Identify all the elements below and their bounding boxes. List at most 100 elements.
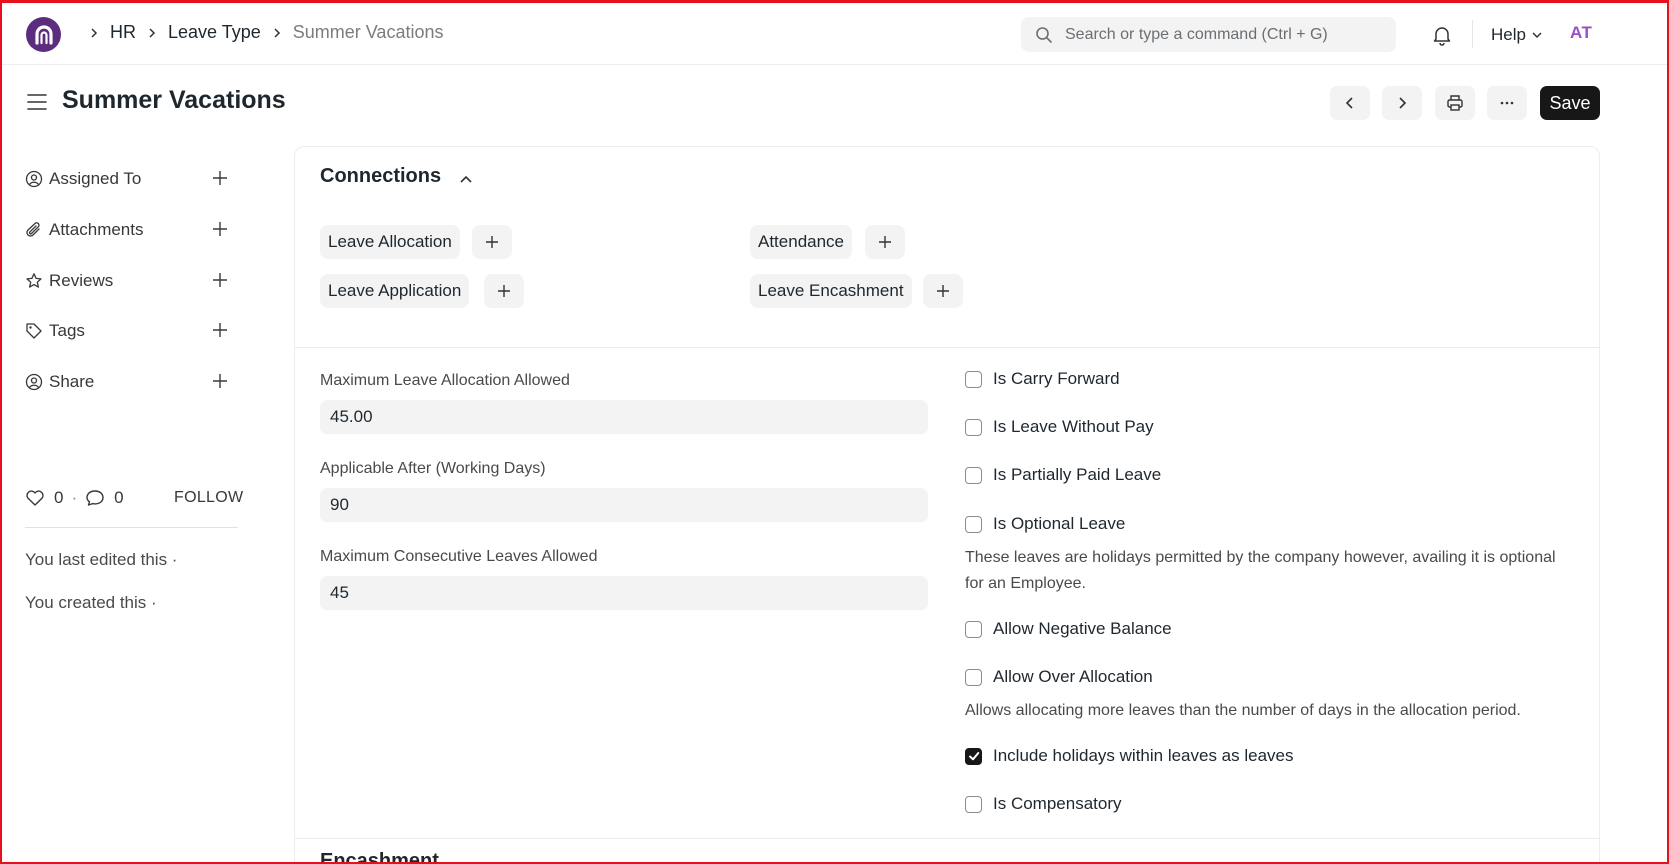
- checkbox-box[interactable]: [965, 515, 982, 533]
- allow-over-allocation-checkbox[interactable]: Allow Over Allocation: [965, 667, 1153, 687]
- allow-negative-balance-checkbox[interactable]: Allow Negative Balance: [965, 619, 1172, 639]
- checkbox-label: Is Compensatory: [993, 794, 1122, 813]
- separator-dot: ·: [71, 488, 78, 507]
- section-divider: [295, 838, 1599, 839]
- checkbox-box[interactable]: [965, 668, 982, 686]
- encashment-section-heading[interactable]: Encashment: [320, 850, 439, 864]
- chevron-left-icon: [1345, 97, 1353, 109]
- sidebar-divider: [25, 527, 238, 528]
- applicable-after-label: Applicable After (Working Days): [320, 460, 546, 477]
- search-input[interactable]: [1065, 25, 1385, 44]
- sidebar-item-label: Attachments: [49, 220, 144, 239]
- comment-icon[interactable]: [85, 489, 105, 507]
- sidebar-item-reviews[interactable]: Reviews: [25, 269, 240, 293]
- follow-button[interactable]: FOLLOW: [174, 489, 243, 507]
- plus-icon[interactable]: [211, 271, 229, 289]
- connections-heading[interactable]: Connections: [320, 165, 441, 188]
- applicable-after-field[interactable]: [320, 488, 928, 522]
- help-dropdown[interactable]: Help: [1491, 25, 1544, 45]
- sidebar-toggle-icon[interactable]: [26, 92, 48, 112]
- checkbox-label: Allow Over Allocation: [993, 667, 1153, 686]
- checkbox-box[interactable]: [965, 795, 982, 813]
- sidebar-item-share[interactable]: Share: [25, 370, 240, 394]
- more-actions-button[interactable]: [1487, 86, 1527, 120]
- breadcrumb-leave-type[interactable]: Leave Type: [168, 22, 261, 43]
- plus-icon[interactable]: [211, 372, 229, 390]
- breadcrumb-current[interactable]: Summer Vacations: [293, 22, 444, 43]
- is-compensatory-checkbox[interactable]: Is Compensatory: [965, 794, 1122, 814]
- next-doc-button[interactable]: [1382, 86, 1422, 120]
- connection-leave-allocation[interactable]: Leave Allocation: [320, 225, 460, 259]
- sidebar-item-attachments[interactable]: Attachments: [25, 218, 240, 242]
- sidebar-item-label: Share: [49, 372, 95, 391]
- chevron-up-icon[interactable]: [458, 171, 474, 187]
- chevron-right-icon: [274, 27, 280, 38]
- connection-leave-application[interactable]: Leave Application: [320, 274, 470, 308]
- help-label: Help: [1491, 25, 1526, 44]
- checkbox-label: Is Optional Leave: [993, 514, 1126, 533]
- over-allocation-description: Allows allocating more leaves than the n…: [965, 702, 1521, 719]
- more-horizontal-icon: [1500, 101, 1514, 105]
- section-divider: [295, 347, 1599, 348]
- checkbox-label: Is Carry Forward: [993, 369, 1120, 388]
- max-allocation-field[interactable]: [320, 400, 928, 434]
- is-partially-paid-leave-checkbox[interactable]: Is Partially Paid Leave: [965, 465, 1161, 485]
- heart-icon[interactable]: [25, 489, 45, 507]
- navbar-divider: [1472, 20, 1473, 48]
- sidebar-item-assigned-to[interactable]: Assigned To: [25, 167, 240, 191]
- connection-leave-encashment[interactable]: Leave Encashment: [750, 274, 912, 308]
- checkbox-box[interactable]: [965, 466, 982, 484]
- checkbox-box[interactable]: [965, 418, 982, 436]
- add-attendance-button[interactable]: [865, 225, 905, 259]
- checkbox-box[interactable]: [965, 620, 982, 638]
- plus-icon: [486, 236, 498, 248]
- plus-icon[interactable]: [211, 169, 229, 187]
- checkbox-label: Is Partially Paid Leave: [993, 465, 1162, 484]
- breadcrumb: HR Leave Type Summer Vacations: [78, 22, 443, 43]
- printer-icon: [1447, 95, 1463, 111]
- max-consecutive-field[interactable]: [320, 576, 928, 610]
- sidebar-item-tags[interactable]: Tags: [25, 319, 240, 343]
- max-allocation-label: Maximum Leave Allocation Allowed: [320, 372, 570, 389]
- search-bar[interactable]: [1021, 17, 1396, 52]
- checkmark-icon: [968, 752, 979, 761]
- checkbox-label: Is Leave Without Pay: [993, 417, 1154, 436]
- user-avatar[interactable]: AT: [1570, 23, 1592, 43]
- add-leave-application-button[interactable]: [484, 274, 524, 308]
- last-edited-info: You last edited this ·: [25, 550, 178, 569]
- notification-bell-icon[interactable]: [1431, 24, 1453, 46]
- chevron-right-icon: [91, 27, 98, 38]
- chevron-right-icon: [1399, 97, 1407, 109]
- is-optional-leave-checkbox[interactable]: Is Optional Leave: [965, 514, 1125, 534]
- save-button[interactable]: Save: [1540, 86, 1600, 120]
- plus-icon[interactable]: [211, 220, 229, 238]
- share-user-icon: [25, 373, 43, 391]
- checkbox-box[interactable]: [965, 370, 982, 388]
- top-navbar: HR Leave Type Summer Vacations Help AT: [0, 0, 1669, 65]
- likes-comments: 0 · 0: [25, 488, 124, 508]
- chevron-down-icon: [1532, 32, 1542, 39]
- star-icon: [26, 273, 42, 288]
- is-leave-without-pay-checkbox[interactable]: Is Leave Without Pay: [965, 417, 1154, 437]
- print-button[interactable]: [1435, 86, 1475, 120]
- app-logo[interactable]: [26, 17, 61, 52]
- created-info: You created this ·: [25, 593, 157, 612]
- is-carry-forward-checkbox[interactable]: Is Carry Forward: [965, 369, 1120, 389]
- sidebar-item-label: Reviews: [49, 271, 114, 290]
- paperclip-icon: [26, 222, 40, 237]
- sidebar-item-label: Assigned To: [49, 169, 142, 188]
- add-leave-allocation-button[interactable]: [472, 225, 512, 259]
- plus-icon[interactable]: [211, 321, 229, 339]
- include-holidays-checkbox[interactable]: Include holidays within leaves as leaves: [965, 746, 1294, 766]
- add-leave-encashment-button[interactable]: [923, 274, 963, 308]
- logo-icon: [34, 24, 53, 45]
- checkbox-label: Include holidays within leaves as leaves: [993, 746, 1294, 765]
- user-plus-icon: [25, 170, 43, 188]
- optional-leave-description: These leaves are holidays permitted by t…: [965, 549, 1556, 592]
- breadcrumb-hr[interactable]: HR: [110, 22, 136, 43]
- comments-count: 0: [114, 488, 124, 507]
- plus-icon: [879, 236, 891, 248]
- checkbox-box[interactable]: [965, 747, 982, 765]
- previous-doc-button[interactable]: [1330, 86, 1370, 120]
- connection-attendance[interactable]: Attendance: [750, 225, 853, 259]
